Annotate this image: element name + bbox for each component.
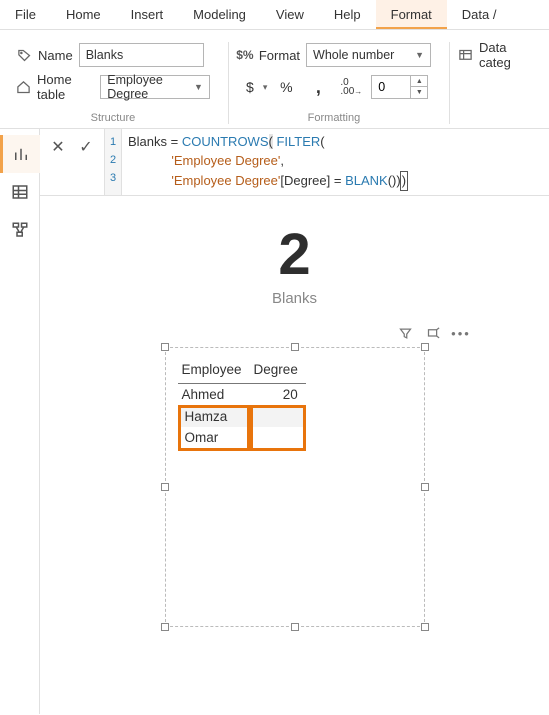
resize-handle[interactable] xyxy=(161,343,169,351)
model-view-button[interactable] xyxy=(0,211,40,249)
tag-icon xyxy=(16,47,32,63)
resize-handle[interactable] xyxy=(421,343,429,351)
table-header-row: Employee Degree xyxy=(178,358,306,384)
name-label: Name xyxy=(38,48,73,63)
view-switcher xyxy=(0,129,40,714)
menu-help[interactable]: Help xyxy=(319,0,376,29)
category-icon xyxy=(458,47,473,63)
filter-icon[interactable] xyxy=(397,325,413,341)
resize-handle[interactable] xyxy=(161,483,169,491)
card-value: 2 xyxy=(278,226,310,284)
commit-formula-button[interactable]: ✓ xyxy=(74,135,98,159)
table-row[interactable]: Omar xyxy=(178,427,306,451)
more-options-icon[interactable]: ••• xyxy=(453,325,469,341)
resize-handle[interactable] xyxy=(421,623,429,631)
menu-home[interactable]: Home xyxy=(51,0,116,29)
data-view-button[interactable] xyxy=(0,173,40,211)
format-select[interactable]: Whole number▼ xyxy=(306,43,431,67)
hometable-select[interactable]: Employee Degree▼ xyxy=(100,75,210,99)
main-menu: File Home Insert Modeling View Help Form… xyxy=(0,0,549,30)
menu-format[interactable]: Format xyxy=(376,0,447,29)
menu-modeling[interactable]: Modeling xyxy=(178,0,261,29)
table-visual[interactable]: Employee Degree Ahmed 20 Hamza Omar xyxy=(165,347,425,627)
format-label: Format xyxy=(259,48,300,63)
focus-mode-icon[interactable] xyxy=(425,325,441,341)
chevron-down-icon: ▼ xyxy=(415,50,424,60)
editor-area: ✕ ✓ 1 2 3 Blanks = COUNTROWS( FILTER( 'E… xyxy=(40,129,549,714)
resize-handle[interactable] xyxy=(291,343,299,351)
group-label-structure: Structure xyxy=(16,112,210,124)
card-label: Blanks xyxy=(272,290,317,307)
resize-handle[interactable] xyxy=(291,623,299,631)
currency-button[interactable]: $ xyxy=(237,75,263,99)
formula-editor[interactable]: Blanks = COUNTROWS( FILTER( 'Employee De… xyxy=(122,129,414,195)
table-row[interactable]: Ahmed 20 xyxy=(178,384,306,405)
thousands-button[interactable]: , xyxy=(305,75,331,99)
name-input[interactable]: Blanks xyxy=(79,43,204,67)
stepper-up[interactable]: ▲ xyxy=(411,76,427,87)
line-gutter: 1 2 3 xyxy=(104,129,122,195)
data-table: Employee Degree Ahmed 20 Hamza Omar xyxy=(178,358,306,451)
format-icon: $% xyxy=(237,47,253,63)
table-row[interactable]: Hamza xyxy=(178,405,306,427)
chevron-down-icon[interactable]: ▾ xyxy=(263,82,268,93)
datacat-label: Data categ xyxy=(479,40,533,70)
formula-bar: ✕ ✓ 1 2 3 Blanks = COUNTROWS( FILTER( 'E… xyxy=(40,129,549,196)
resize-handle[interactable] xyxy=(161,623,169,631)
col-employee[interactable]: Employee xyxy=(178,358,250,384)
stepper-down[interactable]: ▼ xyxy=(411,87,427,98)
decimals-stepper[interactable]: ▲ ▼ xyxy=(371,75,428,99)
cancel-formula-button[interactable]: ✕ xyxy=(46,135,70,159)
chevron-down-icon: ▼ xyxy=(194,82,203,92)
menu-insert[interactable]: Insert xyxy=(116,0,179,29)
resize-handle[interactable] xyxy=(421,483,429,491)
visual-header: ••• xyxy=(397,325,469,341)
menu-view[interactable]: View xyxy=(261,0,319,29)
ribbon-group-structure: Name Blanks Home table Employee Degree▼ … xyxy=(8,42,218,124)
group-label-formatting: Formatting xyxy=(237,112,431,124)
hometable-label: Home table xyxy=(37,72,94,102)
decimals-input[interactable] xyxy=(372,76,410,98)
percent-button[interactable]: % xyxy=(273,75,299,99)
home-icon xyxy=(16,79,31,95)
report-view-button[interactable] xyxy=(0,135,40,173)
menu-file[interactable]: File xyxy=(0,0,51,29)
decimals-icon: .0.00→ xyxy=(337,75,365,99)
ribbon-group-properties: Data categ xyxy=(449,42,541,124)
menu-data[interactable]: Data / xyxy=(447,0,512,29)
col-degree[interactable]: Degree xyxy=(250,358,306,384)
report-canvas[interactable]: 2 Blanks ••• xyxy=(40,196,549,714)
workspace: ✕ ✓ 1 2 3 Blanks = COUNTROWS( FILTER( 'E… xyxy=(0,129,549,714)
ribbon: Name Blanks Home table Employee Degree▼ … xyxy=(0,30,549,129)
ribbon-group-formatting: $% Format Whole number▼ $ ▾ % , .0.00→ ▲… xyxy=(228,42,439,124)
